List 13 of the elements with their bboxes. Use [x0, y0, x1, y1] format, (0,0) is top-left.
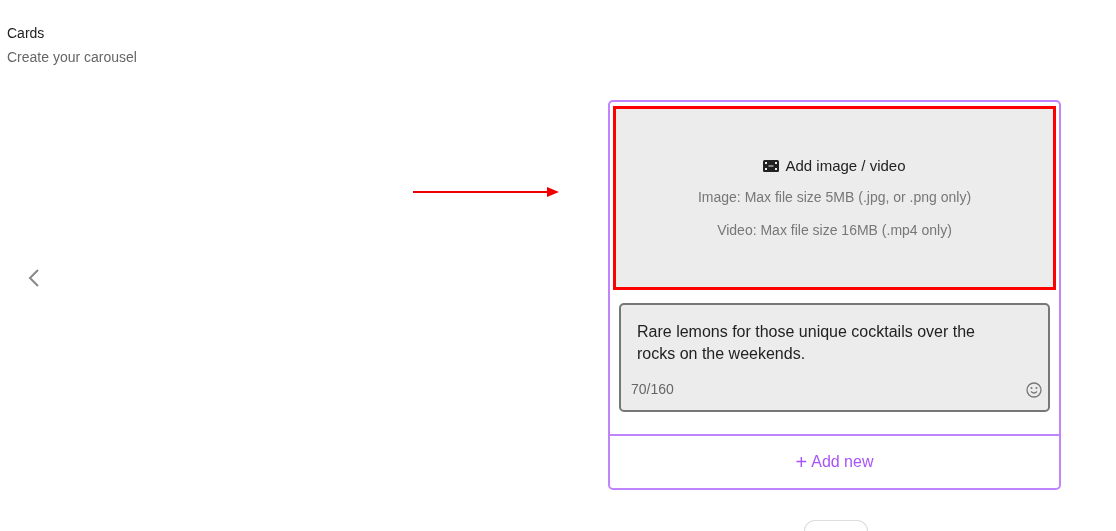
- message-field[interactable]: Rare lemons for those unique cocktails over the rocks on the weekends. 70/160: [619, 303, 1050, 412]
- message-text: Rare lemons for those unique cocktails over the rocks on the weekends.: [637, 322, 976, 364]
- section-title: Cards: [7, 24, 46, 42]
- upload-label: Add image / video: [785, 155, 906, 176]
- chevron-left-icon[interactable]: [28, 269, 40, 287]
- upload-hint: Image: Max file size 5MB (.jpg, or .png only): [697, 188, 972, 208]
- emoji-icon[interactable]: [1026, 382, 1042, 398]
- film-icon: [763, 160, 780, 172]
- add-new-button[interactable]: + Add new: [610, 436, 1059, 488]
- upload-hint: Video: Max file size 16MB (.mp4 only): [717, 221, 952, 241]
- upload-area[interactable]: Add image / video Image: Max file size 5MB (.jpg, or .png only) Video: Max file size 16MB (.mp4 only): [613, 106, 1056, 290]
- section-subtitle: Create your carousel: [7, 48, 138, 66]
- character-counter: 70/160: [631, 380, 674, 399]
